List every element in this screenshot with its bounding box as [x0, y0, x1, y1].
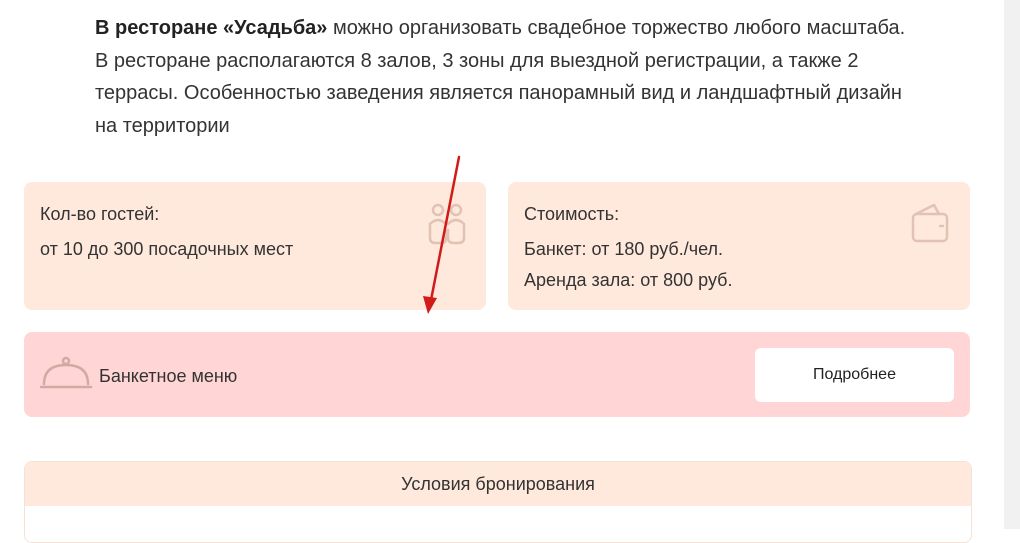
guests-value: от 10 до 300 посадочных мест [40, 239, 294, 259]
venue-description: В ресторане «Усадьба» можно организовать… [95, 12, 915, 142]
price-label: Стоимость: [524, 204, 620, 224]
guests-card: Кол-во гостей: от 10 до 300 посадочных м… [24, 182, 486, 310]
guests-label: Кол-во гостей: [40, 204, 160, 224]
banquet-menu-label: Банкетное меню [99, 366, 238, 386]
booking-conditions-body [25, 506, 971, 542]
banquet-menu-bar: Банкетное меню Подробнее [24, 332, 970, 417]
cloche-icon [39, 356, 93, 389]
venue-description-bold: В ресторане «Усадьба» [95, 17, 328, 39]
banquet-price: Банкет: от 180 руб./чел. [524, 239, 724, 259]
price-card: Стоимость: Банкет: от 180 руб./чел. Арен… [508, 182, 970, 310]
wallet-icon [911, 203, 949, 243]
guests-icon [428, 203, 466, 245]
page-scrollbar[interactable] [1004, 0, 1020, 529]
booking-conditions-title[interactable]: Условия бронирования [25, 462, 971, 506]
booking-conditions[interactable]: Условия бронирования [24, 461, 972, 543]
more-button[interactable]: Подробнее [755, 348, 954, 402]
rent-price: Аренда зала: от 800 руб. [524, 270, 733, 290]
